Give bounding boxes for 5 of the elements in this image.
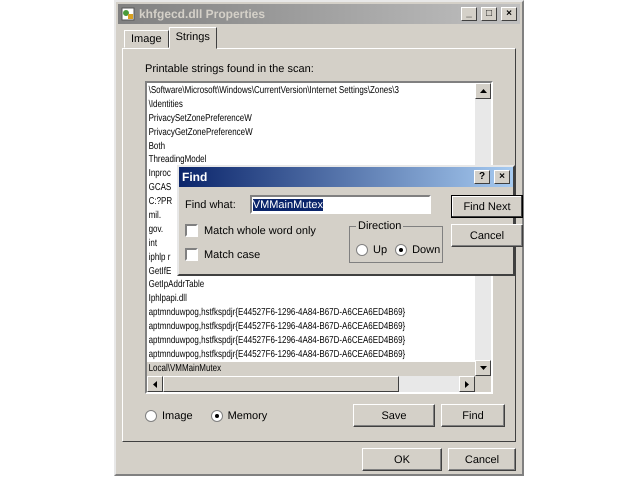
window-title: khfgecd.dll Properties [139,7,266,21]
list-label: Printable strings found in the scan: [145,63,315,75]
dialog-title: Find [182,170,208,184]
find-label: Find what: [185,198,236,210]
group-title: Direction [356,220,404,232]
